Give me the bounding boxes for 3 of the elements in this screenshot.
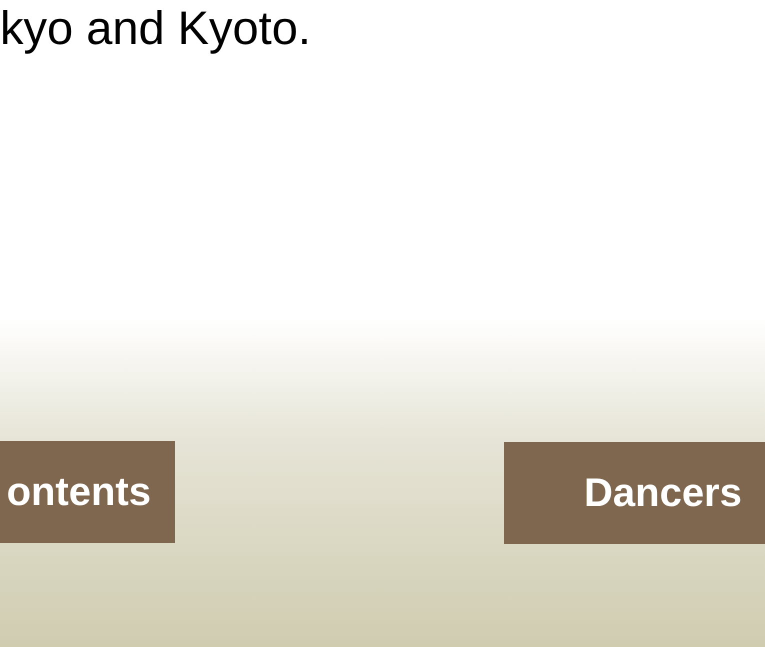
nav-button[interactable]: Dancers xyxy=(504,442,765,544)
nav-button[interactable]: ontents xyxy=(0,441,175,543)
intro-text: kyo and Kyoto. xyxy=(0,0,312,54)
